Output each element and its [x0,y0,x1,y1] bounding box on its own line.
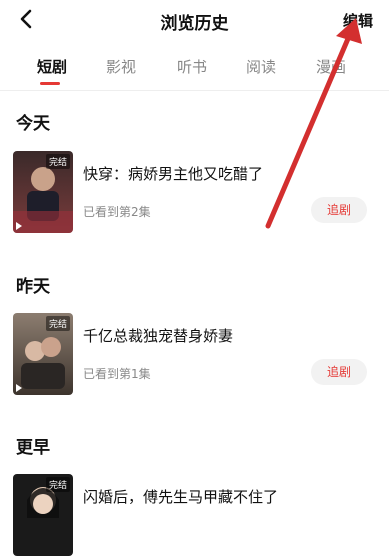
page-title: 浏览历史 [160,14,229,34]
tab-comics[interactable]: 漫画 [316,56,346,77]
tab-reading[interactable]: 阅读 [246,56,276,77]
play-icon [16,222,22,230]
watch-progress: 已看到第2集 [83,205,151,219]
follow-drama-button[interactable]: 追剧 [311,197,367,223]
drama-cover-image[interactable]: 完结 [13,474,73,556]
tab-short-drama[interactable]: 短剧 [37,56,67,77]
section-title-yesterday: 昨天 [16,277,50,297]
edit-button[interactable]: 编辑 [343,10,373,31]
completed-badge: 完结 [45,477,70,492]
drama-title: 快穿：病娇男主他又吃醋了 [83,165,264,183]
drama-cover-image[interactable]: 完结 [13,313,73,395]
list-item[interactable]: 完结 千亿总裁独宠替身娇妻 已看到第1集 追剧 [13,313,375,399]
active-tab-indicator [40,82,60,85]
completed-badge: 完结 [45,316,70,331]
drama-title: 千亿总裁独宠替身娇妻 [83,327,234,345]
divider [0,90,389,91]
watch-progress: 已看到第1集 [83,367,151,381]
list-item[interactable]: 完结 闪婚后，傅先生马甲藏不住了 [13,474,375,560]
play-icon [16,384,22,392]
tab-audiobook[interactable]: 听书 [177,56,207,77]
tab-film-tv[interactable]: 影视 [106,56,136,77]
list-item[interactable]: 完结 快穿：病娇男主他又吃醋了 已看到第2集 追剧 [13,151,375,237]
follow-drama-button[interactable]: 追剧 [311,359,367,385]
section-title-today: 今天 [16,114,50,134]
drama-cover-image[interactable]: 完结 [13,151,73,233]
section-title-earlier: 更早 [16,438,50,458]
category-tabs: 短剧 影视 听书 阅读 漫画 [0,52,389,86]
drama-title: 闪婚后，傅先生马甲藏不住了 [83,488,279,506]
completed-badge: 完结 [45,154,70,169]
top-bar: 浏览历史 编辑 [0,0,389,42]
